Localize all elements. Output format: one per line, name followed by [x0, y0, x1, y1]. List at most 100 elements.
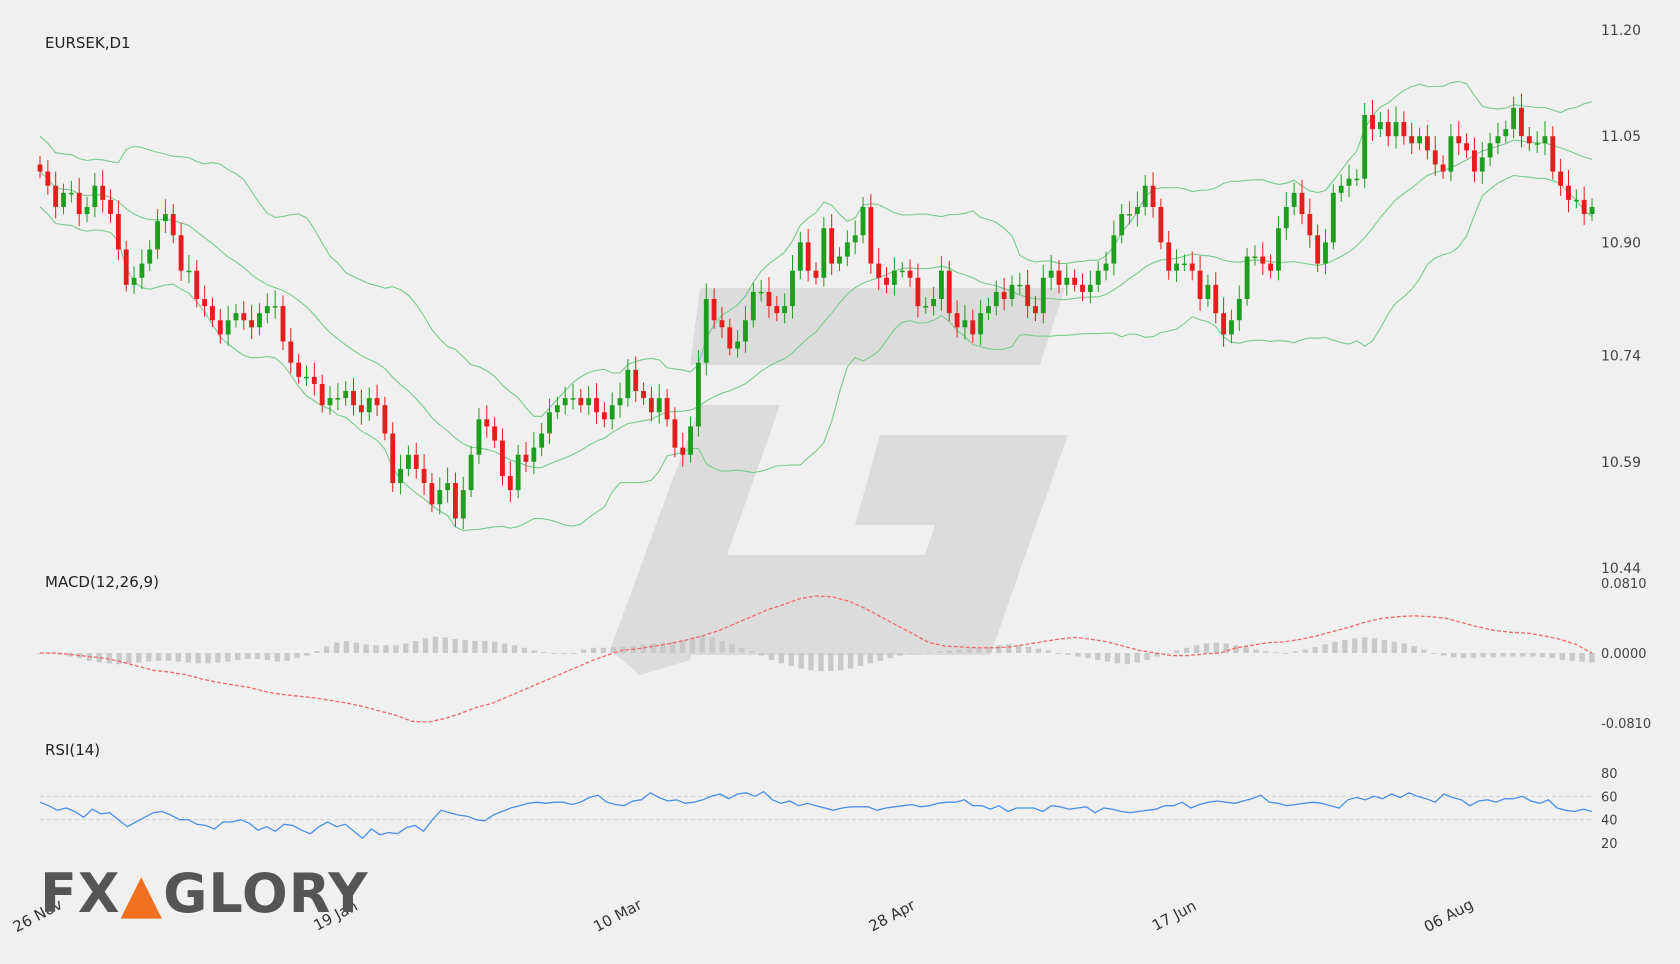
candle-up: [1205, 274, 1211, 307]
candle-body: [1213, 284, 1219, 314]
candle-body: [727, 327, 733, 349]
candle-up: [1534, 131, 1540, 153]
candle-body: [1033, 306, 1038, 314]
candle-down: [1401, 111, 1407, 145]
candle-body: [304, 376, 309, 379]
macd-histogram-bar: [1104, 653, 1111, 662]
macd-histogram-bar: [808, 653, 814, 671]
candle-down: [76, 177, 82, 226]
macd-pane-title: MACD(12,26,9): [45, 573, 159, 591]
candle-body: [617, 398, 623, 406]
candle-body: [1025, 284, 1031, 307]
rsi-y-tick: 40: [1601, 814, 1618, 829]
macd-histogram-bar: [541, 652, 547, 653]
candle-body: [1268, 263, 1274, 271]
price-y-tick: 10.59: [1601, 455, 1641, 471]
candle-body: [1542, 136, 1548, 144]
candle-body: [986, 306, 991, 314]
candle-up: [1291, 182, 1297, 215]
candle-down: [115, 200, 121, 261]
candle-body: [437, 490, 443, 505]
candle-up: [617, 382, 623, 418]
macd-histogram-bar: [650, 643, 656, 653]
candle-up: [264, 293, 270, 324]
candle-body: [1064, 277, 1070, 285]
candle-body: [1181, 263, 1187, 266]
watermark-logo: [610, 288, 1068, 675]
rsi-y-tick: 60: [1601, 790, 1618, 805]
candle-body: [664, 398, 670, 420]
candle-up: [1236, 285, 1242, 331]
candle-body: [656, 398, 662, 413]
candle-down: [1197, 255, 1203, 311]
macd-histogram-bar: [996, 645, 1002, 653]
candle-up: [84, 197, 90, 222]
macd-histogram-bar: [590, 647, 597, 653]
brand-logo: FX▲GLORY: [40, 862, 369, 925]
macd-histogram-bar: [1332, 641, 1338, 653]
candle-body: [1558, 171, 1564, 186]
macd-histogram-bar: [521, 647, 528, 653]
macd-histogram-bar: [353, 642, 360, 653]
candle-body: [790, 270, 795, 307]
candle-body: [829, 228, 835, 264]
macd-histogram-bar: [1539, 653, 1546, 658]
candle-body: [507, 475, 513, 491]
candle-down: [868, 194, 874, 274]
macd-histogram-bar: [1006, 644, 1012, 653]
candle-down: [202, 285, 208, 317]
candle-body: [1456, 136, 1462, 144]
candle-body: [946, 270, 952, 314]
candle-body: [1526, 136, 1532, 144]
candle-down: [641, 382, 646, 405]
candle-down: [1472, 137, 1477, 182]
macd-histogram-bar: [146, 653, 152, 662]
macd-histogram-bar: [1213, 642, 1220, 653]
candle-down: [1307, 198, 1313, 248]
candle-down: [296, 354, 302, 384]
candle-down: [108, 189, 113, 223]
macd-histogram-bar: [1302, 649, 1309, 653]
candle-body: [868, 206, 874, 264]
candle-body: [100, 185, 106, 200]
candle-body: [625, 369, 631, 399]
macd-histogram-bar: [1441, 653, 1447, 656]
candle-body: [1158, 206, 1164, 243]
macd-histogram-bar: [432, 636, 439, 653]
macd-histogram-bar: [126, 653, 132, 664]
candle-up: [405, 445, 411, 477]
candle-down: [1268, 254, 1274, 279]
macd-histogram-bar: [235, 653, 241, 660]
candle-body: [1087, 284, 1093, 292]
macd-histogram-bar: [501, 643, 508, 653]
candle-up: [1338, 174, 1344, 202]
candle-down: [578, 388, 584, 413]
candle-down: [1526, 126, 1532, 151]
macd-histogram-bar: [699, 635, 706, 653]
candle-body: [296, 362, 302, 377]
candle-down: [829, 214, 835, 275]
candle-body: [1323, 242, 1328, 264]
macd-histogram-bar: [482, 640, 488, 653]
macd-histogram-bar: [877, 653, 883, 661]
macd-histogram-bar: [383, 645, 389, 653]
candle-body: [1417, 136, 1422, 144]
candle-up: [821, 216, 827, 287]
candle-body: [876, 263, 882, 278]
candle-body: [899, 270, 905, 273]
macd-histogram-bar: [1510, 653, 1516, 657]
candle-down: [170, 204, 176, 244]
candle-body: [978, 313, 984, 335]
candle-body: [743, 320, 748, 342]
candle-body: [468, 454, 474, 491]
candle-body: [547, 412, 552, 434]
candle-body: [390, 433, 396, 484]
macd-histogram-bar: [323, 646, 330, 653]
candle-body: [225, 320, 231, 335]
macd-histogram-bar: [531, 650, 537, 653]
candle-up: [398, 454, 403, 495]
macd-histogram-bar: [838, 653, 844, 671]
macd-histogram-bar: [1322, 644, 1328, 653]
candle-body: [1040, 277, 1046, 314]
candle-up: [1487, 132, 1493, 166]
